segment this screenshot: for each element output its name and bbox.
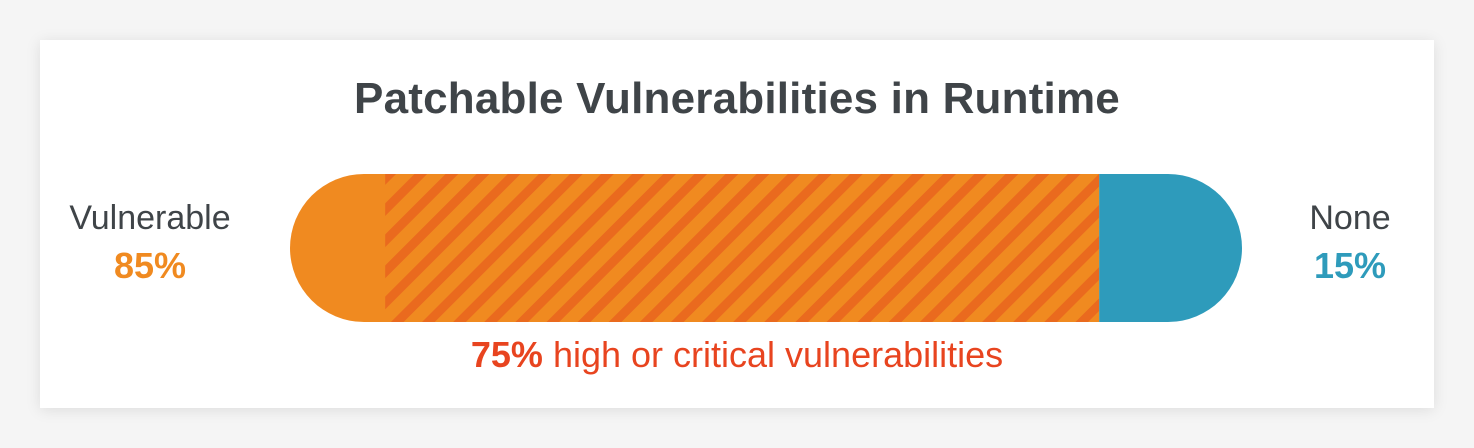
caption-text: high or critical vulnerabilities bbox=[552, 334, 1004, 375]
none-label: None bbox=[1309, 199, 1391, 237]
caption: 75% high or critical vulnerabilities bbox=[40, 334, 1434, 376]
bar-segment-none bbox=[1099, 174, 1242, 322]
caption-percent: 75% bbox=[470, 334, 543, 375]
stacked-bar-svg bbox=[290, 174, 1242, 322]
vulnerable-label: Vulnerable bbox=[69, 199, 231, 237]
vulnerable-summary: Vulnerable 85% bbox=[40, 198, 260, 294]
bar-segment-high-critical bbox=[385, 174, 1100, 322]
stacked-bar bbox=[290, 174, 1242, 322]
none-summary: None 15% bbox=[1240, 198, 1460, 294]
none-percent: 15% bbox=[1313, 245, 1387, 286]
chart-title: Patchable Vulnerabilities in Runtime bbox=[354, 74, 1120, 123]
chart-card: Patchable Vulnerabilities in Runtime Vul… bbox=[40, 40, 1434, 408]
vulnerable-percent: 85% bbox=[113, 245, 187, 286]
